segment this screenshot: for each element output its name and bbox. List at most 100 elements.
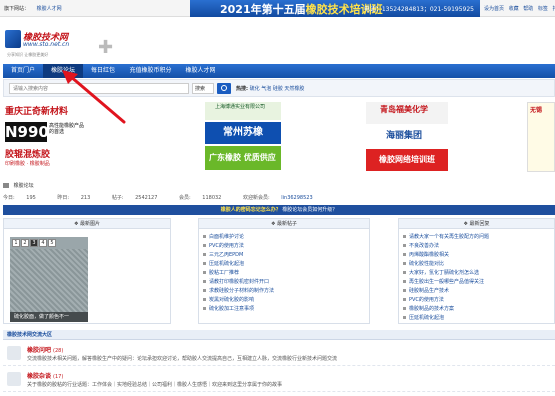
hot-term[interactable]: 硅胶 bbox=[273, 86, 283, 92]
stat-newest: 欢迎新会员: lin36298523 bbox=[242, 195, 313, 201]
hot-label: 热搜: bbox=[236, 86, 248, 92]
list-item[interactable]: 硅胶制品生产技术 bbox=[403, 287, 550, 296]
tip-bar: 橡胶人的密码忘记怎么办？ 橡胶论坛会员如何升级？ bbox=[3, 205, 555, 215]
list-item[interactable]: 请教打印橡胶机密封件开口 bbox=[203, 278, 365, 287]
list-item[interactable]: 硫化胶加工注意事项 bbox=[203, 305, 365, 314]
main-nav: 首页门户 橡胶论坛 每日红包 充值橡胶币积分 橡胶人才网 bbox=[3, 64, 555, 78]
forum-name[interactable]: 橡胶问吧 (28) bbox=[27, 345, 63, 354]
nav-home-portal[interactable]: 首页门户 bbox=[3, 64, 43, 78]
forum-row[interactable]: 橡胶杂谈 (17) 关于橡胶的胶粘的行业话题：工作体会｜实地经验总结｜公司福利｜橡… bbox=[3, 368, 555, 392]
list-item[interactable]: 胶粘工厂推荐 bbox=[203, 269, 365, 278]
list-item[interactable]: 压延机硫化起泡 bbox=[403, 314, 550, 323]
list-item[interactable]: 白面机维护讨论 bbox=[203, 233, 365, 242]
nav-talent[interactable]: 橡胶人才网 bbox=[178, 64, 223, 78]
logo-slogan: 分享知识 让橡胶更美好 bbox=[7, 52, 49, 57]
top-links: 设为首页 收藏 帮助 标签 排行 搜索 bbox=[484, 5, 555, 12]
ad-qingdao: 青岛福美化学 bbox=[366, 102, 448, 124]
list-item[interactable]: PVC的使用方法 bbox=[403, 296, 550, 305]
latest-posts-list: 白面机维护讨论 PVC的使用方法 三元乙丙EPDM 压延机硫化起泡 胶粘工厂推荐… bbox=[203, 233, 365, 314]
ad-wuxi-title: 无锡 bbox=[530, 107, 543, 114]
list-item[interactable]: 硫化胶性能对比 bbox=[403, 260, 550, 269]
tags-link[interactable]: 标签 bbox=[538, 6, 548, 12]
ad-haili-group: 海丽集团 bbox=[366, 125, 448, 147]
nav-daily-redpacket[interactable]: 每日红包 bbox=[83, 64, 123, 78]
latest-images-panel: ❖ 最新图片 1 2 3 4 5 硫化胶面，做了颜色不一 bbox=[3, 218, 171, 324]
list-item[interactable]: PVC的使用方法 bbox=[203, 242, 365, 251]
stat-yesterday: 昨日: 213 bbox=[57, 195, 91, 201]
talent-network-link[interactable]: 橡胶人才网 bbox=[37, 6, 62, 12]
logo-mark bbox=[5, 30, 21, 48]
search-type-select[interactable]: 搜索 bbox=[192, 83, 214, 94]
ad-title: 重庆正奇新材料 bbox=[5, 107, 69, 117]
forum-section-header[interactable]: 橡胶技术网交流大区 bbox=[3, 330, 555, 340]
slide-caption[interactable]: 硫化胶面，做了颜色不一 bbox=[10, 312, 88, 322]
list-item[interactable]: 炭黑对硫化胶的影响 bbox=[203, 296, 365, 305]
hot-term[interactable]: 气泡 bbox=[261, 86, 271, 92]
nav-rubber-forum[interactable]: 橡胶论坛 bbox=[43, 64, 83, 78]
stat-posts: 帖子: 2542127 bbox=[111, 195, 158, 201]
ad-wuxi[interactable]: 无锡 bbox=[527, 102, 555, 172]
latest-posts-panel: ❖ 最新帖子 白面机维护讨论 PVC的使用方法 三元乙丙EPDM 压延机硫化起泡… bbox=[198, 218, 370, 324]
slide-image[interactable] bbox=[10, 249, 88, 312]
tip-upgrade[interactable]: 橡胶论坛会员如何升级？ bbox=[282, 207, 337, 213]
slide-number[interactable]: 2 bbox=[21, 239, 29, 247]
nav-recharge[interactable]: 充值橡胶币积分 bbox=[123, 64, 178, 78]
newest-member-link[interactable]: lin36298523 bbox=[281, 195, 312, 201]
list-item[interactable]: 三元乙丙EPDM bbox=[203, 251, 365, 260]
hot-searches: 热搜: 硫化 气泡 硅胶 天然橡胶 bbox=[236, 85, 304, 92]
slide-number[interactable]: 4 bbox=[39, 239, 47, 247]
latest-replies-list: 请教大家一个有关再生胶配方的问题 不良改善办法 丙烯酸酯橡胶相关 硫化胶性能对比… bbox=[403, 233, 550, 323]
list-item[interactable]: 请教大家一个有关再生胶配方的问题 bbox=[403, 233, 550, 242]
image-slideshow[interactable]: 1 2 3 4 5 硫化胶面，做了颜色不一 bbox=[10, 237, 88, 322]
banner-title: 2021年第十五届橡胶技术培训班 bbox=[220, 3, 383, 16]
list-item[interactable]: 橡胶制品的技术方案 bbox=[403, 305, 550, 314]
home-icon[interactable] bbox=[3, 183, 9, 188]
forum-icon bbox=[7, 372, 21, 386]
forum-desc: 关于橡胶的胶粘的行业话题：工作体会｜实地经验总结｜公司福利｜橡胶人生感悟｜欢迎来… bbox=[27, 382, 283, 388]
sister-sites-label: 旗下网站： bbox=[4, 6, 30, 12]
panel-header: ❖ 最新图片 bbox=[4, 219, 170, 229]
breadcrumb-item[interactable]: 橡胶论坛 bbox=[14, 183, 34, 189]
sister-sites: 旗下网站： 橡胶人才网 bbox=[4, 5, 62, 12]
hot-term[interactable]: 硫化 bbox=[250, 86, 260, 92]
slide-number[interactable]: 1 bbox=[12, 239, 20, 247]
breadcrumb: 橡胶论坛 bbox=[3, 182, 555, 191]
search-button[interactable] bbox=[217, 83, 231, 94]
list-item[interactable]: 压延机硫化起泡 bbox=[203, 260, 365, 269]
stat-today: 今日: 195 bbox=[3, 195, 36, 201]
list-item[interactable]: 大家好，氢化丁腈硫化剂怎么选 bbox=[403, 269, 550, 278]
latest-replies-panel: ❖ 最新回复 请教大家一个有关再生胶配方的问题 不良改善办法 丙烯酸酯橡胶相关 … bbox=[398, 218, 555, 324]
forum-name[interactable]: 橡胶杂谈 (17) bbox=[27, 371, 63, 380]
ad-company: 上海博通实业有限公司 bbox=[205, 102, 281, 120]
panel-header: ❖ 最新回复 bbox=[399, 219, 554, 229]
forum-row[interactable]: 橡胶问吧 (28) 交流橡胶技术相关问题，解答橡胶生产中的疑问：论坛承担欢迎讨论，… bbox=[3, 342, 555, 366]
ad-desc: 高性能橡胶产品的首选 bbox=[49, 123, 85, 135]
tip-password[interactable]: 橡胶人的密码忘记怎么办？ bbox=[221, 207, 281, 213]
forum-stats: 今日: 195 昨日: 213 帖子: 2542127 会员: 118032 欢… bbox=[3, 194, 555, 203]
list-item[interactable]: 丙烯酸酯橡胶相关 bbox=[403, 251, 550, 260]
slide-number[interactable]: 5 bbox=[48, 239, 56, 247]
panel-header: ❖ 最新帖子 bbox=[199, 219, 369, 229]
ad-zhengqi[interactable]: 重庆正奇新材料 N990 高性能橡胶产品的首选 胶辊混炼胶 印刷橡胶 · 橡胶制… bbox=[3, 102, 85, 172]
ad-product: 胶辊混炼胶 bbox=[5, 150, 51, 160]
site-logo[interactable]: 橡胶技术网 www.sto.net.cn 分享知识 让橡胶更美好 bbox=[5, 30, 87, 60]
hot-term[interactable]: 天然橡胶 bbox=[284, 86, 304, 92]
search-bar: 搜索 热搜: 硫化 气泡 硅胶 天然橡胶 bbox=[3, 79, 555, 97]
stat-members: 会员: 118032 bbox=[179, 195, 222, 201]
ad-suxiang[interactable]: 上海博通实业有限公司 常州苏橡 广东橡胶 优质供应 bbox=[205, 102, 281, 172]
set-homepage-link[interactable]: 设为首页 bbox=[484, 6, 504, 12]
training-banner[interactable]: 2021年第十五届橡胶技术培训班 电话：13524284813；021-5919… bbox=[190, 0, 480, 17]
slide-number-active[interactable]: 3 bbox=[30, 239, 38, 247]
favorite-link[interactable]: 收藏 bbox=[509, 6, 519, 12]
ad-haili[interactable]: 青岛福美化学 海丽集团 橡胶网络培训班 bbox=[366, 102, 448, 172]
banner-phone: 电话：13524284813；021-59195925 bbox=[363, 6, 474, 13]
puzzle-icon: ✚ bbox=[98, 37, 114, 58]
list-item[interactable]: 求教硅胶分子材料的制作方法 bbox=[203, 287, 365, 296]
search-input[interactable] bbox=[9, 83, 189, 94]
ad-guangdong: 广东橡胶 优质供应 bbox=[205, 146, 281, 170]
list-item[interactable]: 不良改善办法 bbox=[403, 242, 550, 251]
ad-subline: 印刷橡胶 · 橡胶制品 bbox=[5, 161, 50, 167]
list-item[interactable]: 再生胶出生一般哪些产品值得关注 bbox=[403, 278, 550, 287]
forum-icon bbox=[7, 346, 21, 360]
help-link[interactable]: 帮助 bbox=[523, 6, 533, 12]
